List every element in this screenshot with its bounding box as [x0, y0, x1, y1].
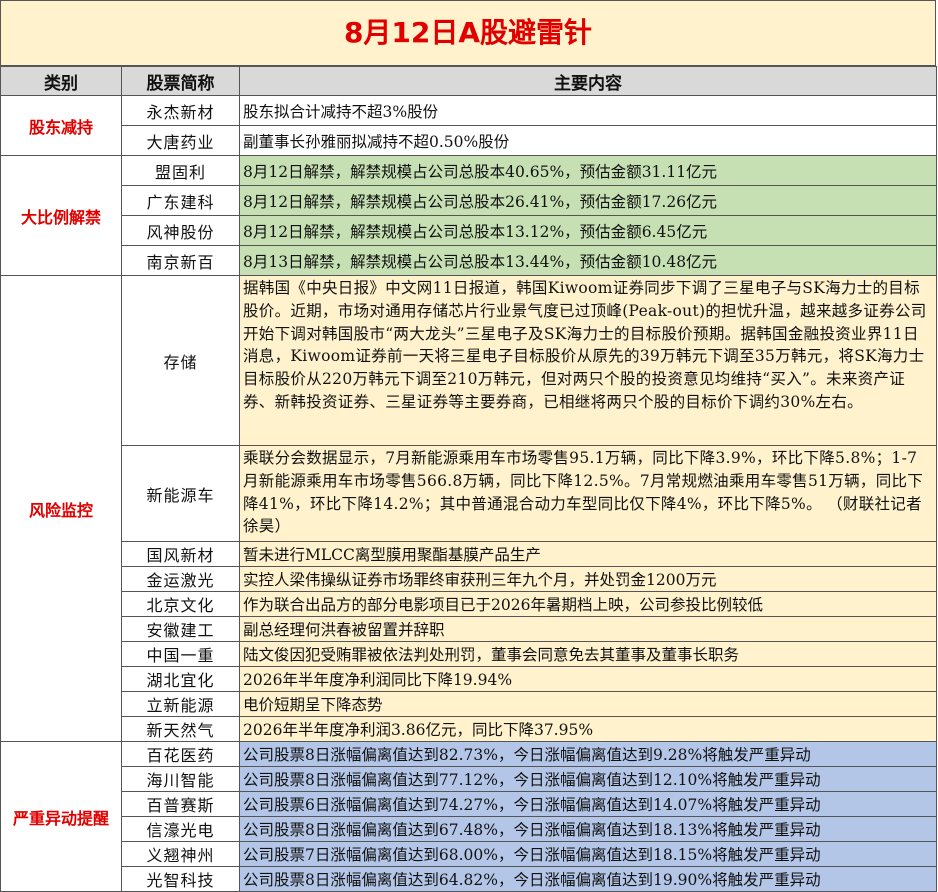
content-cell: 2026年半年度净利润同比下降19.94% [239, 666, 937, 692]
content-cell: 8月12日解禁，解禁规模占公司总股本13.12%，预估金额6.45亿元 [239, 215, 937, 246]
content-cell: 公司股票6日涨幅偏离值达到74.27%，今日涨幅偏离值达到14.07%将触发严重… [239, 791, 937, 817]
table-row: 南京新百 8月13日解禁，解禁规模占公司总股本13.44%，预估金额10.48亿… [1, 245, 937, 276]
content-cell: 副董事长孙雅丽拟减持不超0.50%股份 [239, 125, 937, 156]
stock-name: 信濠光电 [121, 816, 240, 842]
stock-name: 新能源车 [121, 445, 240, 542]
table-row: 风神股份 8月12日解禁，解禁规模占公司总股本13.12%，预估金额6.45亿元 [1, 215, 937, 246]
stock-name: 安徽建工 [121, 616, 240, 642]
table-row: 海川智能 公司股票8日涨幅偏离值达到77.12%，今日涨幅偏离值达到12.10%… [1, 766, 937, 792]
table-row: 信濠光电 公司股票8日涨幅偏离值达到67.48%，今日涨幅偏离值达到18.13%… [1, 816, 937, 842]
table-row: 新能源车 乘联分会数据显示，7月新能源乘用车市场零售95.1万辆，同比下降3.9… [1, 445, 937, 542]
category-cell: 严重异动提醒 [0, 741, 122, 892]
category-cell: 风险监控 [0, 275, 122, 742]
header-stock: 股票简称 [121, 66, 240, 96]
content-cell: 乘联分会数据显示，7月新能源乘用车市场零售95.1万辆，同比下降3.9%，环比下… [239, 445, 937, 542]
table-row: 新天然气 2026年半年度净利润3.86亿元，同比下降37.95% [1, 716, 937, 742]
table-row: 大唐药业 副董事长孙雅丽拟减持不超0.50%股份 [1, 125, 937, 156]
stock-name: 永杰新材 [121, 95, 240, 126]
table-row: 金运激光 实控人梁伟操纵证券市场罪终审获刑三年九个月，并处罚金1200万元 [1, 566, 937, 592]
content-cell: 作为联合出品方的部分电影项目已于2026年暑期档上映，公司参投比例较低 [239, 591, 937, 617]
content-cell: 8月13日解禁，解禁规模占公司总股本13.44%，预估金额10.48亿元 [239, 245, 937, 276]
table-row: 光智科技 公司股票8日涨幅偏离值达到64.82%，今日涨幅偏离值达到19.90%… [1, 866, 937, 892]
content-cell: 实控人梁伟操纵证券市场罪终审获刑三年九个月，并处罚金1200万元 [239, 566, 937, 592]
content-cell: 2026年半年度净利润3.86亿元，同比下降37.95% [239, 716, 937, 742]
stock-name: 金运激光 [121, 566, 240, 592]
stock-name: 中国一重 [121, 641, 240, 667]
stock-name: 北京文化 [121, 591, 240, 617]
stock-name: 新天然气 [121, 716, 240, 742]
table-row: 广东建科 8月12日解禁，解禁规模占公司总股本26.41%，预估金额17.26亿… [1, 185, 937, 216]
stock-name: 南京新百 [121, 245, 240, 276]
table-row: 义翘神州 公司股票7日涨幅偏离值达到68.00%，今日涨幅偏离值达到18.15%… [1, 841, 937, 867]
content-cell: 电价短期呈下降态势 [239, 691, 937, 717]
stock-name: 义翘神州 [121, 841, 240, 867]
page: 8月12日A股避雷针 类别 股票简称 主要内容 股东减持 永杰新材 股东拟合计减… [0, 0, 938, 892]
content-cell: 据韩国《中央日报》中文网11日报道，韩国Kiwoom证券同步下调了三星电子与SK… [239, 275, 937, 446]
content-cell: 公司股票8日涨幅偏离值达到64.82%，今日涨幅偏离值达到19.90%将触发严重… [239, 866, 937, 892]
table-row: 股东减持 永杰新材 股东拟合计减持不超3%股份 [0, 95, 937, 156]
table-row: 大比例解禁 盟固利 8月12日解禁，解禁规模占公司总股本40.65%，预估金额3… [0, 155, 937, 276]
content-cell: 股东拟合计减持不超3%股份 [239, 95, 937, 126]
stock-name: 广东建科 [121, 185, 240, 216]
content-cell: 公司股票8日涨幅偏离值达到77.12%，今日涨幅偏离值达到12.10%将触发严重… [239, 766, 937, 792]
content-cell: 8月12日解禁，解禁规模占公司总股本26.41%，预估金额17.26亿元 [239, 185, 937, 216]
stock-name: 光智科技 [121, 866, 240, 892]
stock-name: 百普赛斯 [121, 791, 240, 817]
table-row: 立新能源 电价短期呈下降态势 [1, 691, 937, 717]
stock-name: 存储 [121, 275, 240, 446]
stock-table: 类别 股票简称 主要内容 股东减持 永杰新材 股东拟合计减持不超3%股份 大唐药… [0, 66, 937, 892]
content-cell: 公司股票8日涨幅偏离值达到82.73%，今日涨幅偏离值达到9.28%将触发严重异… [239, 741, 937, 767]
stock-name: 风神股份 [121, 215, 240, 246]
content-cell: 公司股票8日涨幅偏离值达到67.48%，今日涨幅偏离值达到18.13%将触发严重… [239, 816, 937, 842]
category-cell: 大比例解禁 [0, 155, 122, 276]
table-row: 严重异动提醒 百花医药 公司股票8日涨幅偏离值达到82.73%，今日涨幅偏离值达… [0, 741, 937, 892]
stock-name: 湖北宜化 [121, 666, 240, 692]
content-cell: 公司股票7日涨幅偏离值达到68.00%，今日涨幅偏离值达到18.15%将触发严重… [239, 841, 937, 867]
header-row: 类别 股票简称 主要内容 [0, 66, 937, 96]
stock-name: 盟固利 [121, 155, 240, 186]
table-row: 湖北宜化 2026年半年度净利润同比下降19.94% [1, 666, 937, 692]
table-row: 风险监控 存储 据韩国《中央日报》中文网11日报道，韩国Kiwoom证券同步下调… [0, 275, 937, 742]
category-cell: 股东减持 [0, 95, 122, 156]
content-cell: 陆文俊因犯受贿罪被依法判处刑罚，董事会同意免去其董事及董事长职务 [239, 641, 937, 667]
stock-name: 国风新材 [121, 541, 240, 567]
stock-name: 立新能源 [121, 691, 240, 717]
table-row: 北京文化 作为联合出品方的部分电影项目已于2026年暑期档上映，公司参投比例较低 [1, 591, 937, 617]
content-cell: 暂未进行MLCC离型膜用聚酯基膜产品生产 [239, 541, 937, 567]
content-cell: 副总经理何洪春被留置并辞职 [239, 616, 937, 642]
header-category: 类别 [0, 66, 122, 96]
page-title: 8月12日A股避雷针 [0, 0, 936, 66]
header-content: 主要内容 [239, 66, 937, 96]
table-row: 中国一重 陆文俊因犯受贿罪被依法判处刑罚，董事会同意免去其董事及董事长职务 [1, 641, 937, 667]
content-cell: 8月12日解禁，解禁规模占公司总股本40.65%，预估金额31.11亿元 [239, 155, 937, 186]
table-row: 百普赛斯 公司股票6日涨幅偏离值达到74.27%，今日涨幅偏离值达到14.07%… [1, 791, 937, 817]
table-row: 国风新材 暂未进行MLCC离型膜用聚酯基膜产品生产 [1, 541, 937, 567]
stock-name: 大唐药业 [121, 125, 240, 156]
table-row: 安徽建工 副总经理何洪春被留置并辞职 [1, 616, 937, 642]
stock-name: 百花医药 [121, 741, 240, 767]
stock-name: 海川智能 [121, 766, 240, 792]
